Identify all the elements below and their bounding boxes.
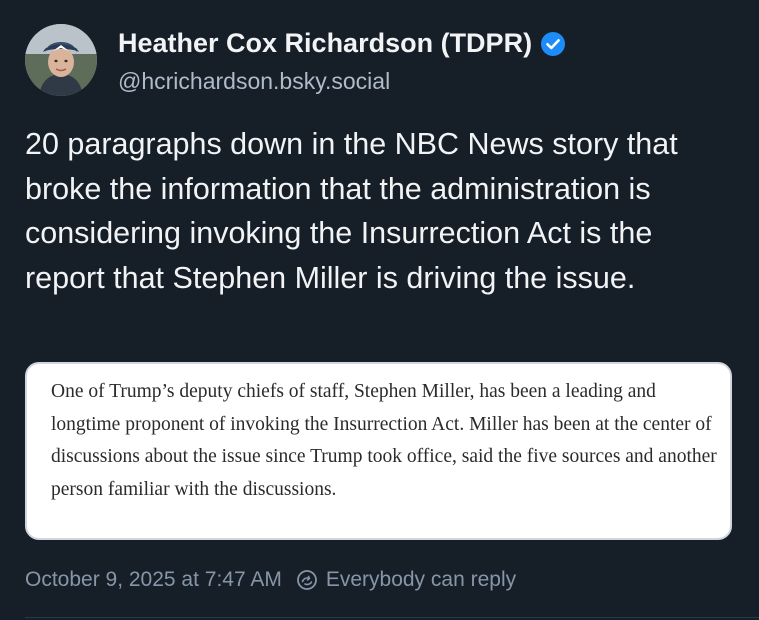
author-display-name[interactable]: Heather Cox Richardson (TDPR): [118, 28, 532, 59]
avatar-photo: [25, 24, 97, 96]
post-meta-row: October 9, 2025 at 7:47 AM Everybody can…: [25, 568, 516, 592]
divider: [25, 617, 759, 618]
author-name-row[interactable]: Heather Cox Richardson (TDPR): [118, 28, 566, 59]
verified-check-icon: [540, 31, 566, 57]
globe-reply-icon: [296, 569, 318, 591]
post-thread-item: Heather Cox Richardson (TDPR) @hcrichard…: [0, 0, 759, 620]
post-timestamp[interactable]: October 9, 2025 at 7:47 AM: [25, 568, 282, 592]
embedded-image[interactable]: One of Trump’s deputy chiefs of staff, S…: [25, 362, 732, 540]
author-handle[interactable]: @hcrichardson.bsky.social: [118, 68, 390, 95]
reply-setting-label: Everybody can reply: [325, 568, 517, 591]
embedded-image-text: One of Trump’s deputy chiefs of staff, S…: [51, 381, 717, 500]
reply-setting: Everybody can reply: [296, 568, 516, 592]
post-text: 20 paragraphs down in the NBC News story…: [25, 127, 678, 295]
author-avatar[interactable]: [25, 24, 97, 96]
